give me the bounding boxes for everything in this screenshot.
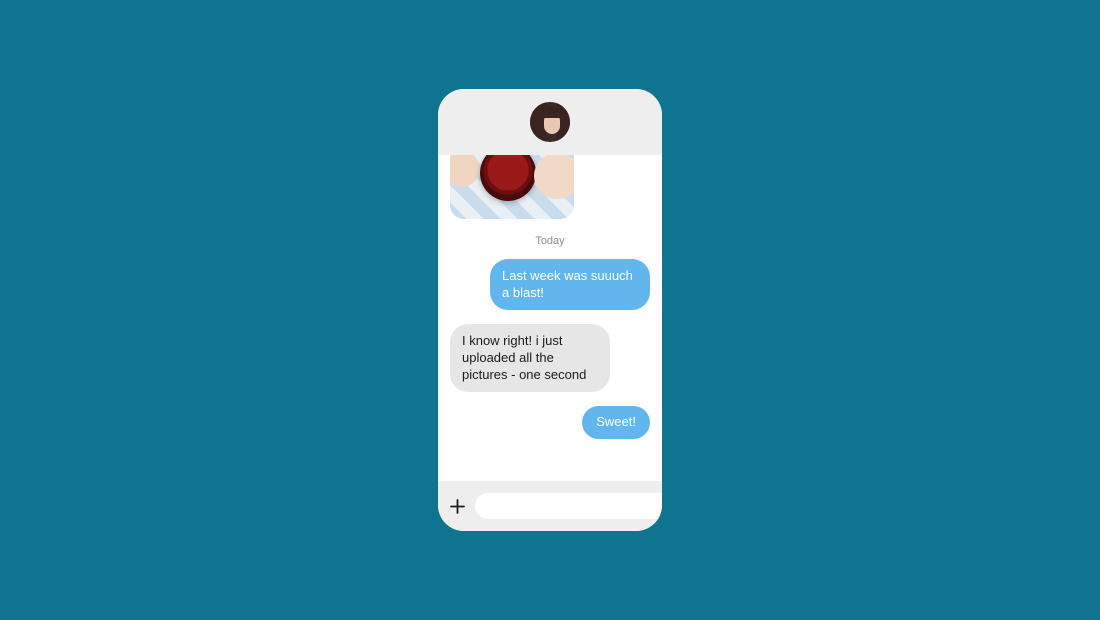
message-composer [438,481,662,531]
chat-image-attachment [450,155,574,219]
message-bubble-received[interactable]: I know right! i just uploaded all the pi… [450,324,610,392]
date-separator: Today [450,235,650,247]
add-attachment-button[interactable] [450,496,465,516]
message-bubble-sent[interactable]: Sweet! [582,406,650,439]
message-bubble-sent[interactable]: Last week was suuuch a blast! [490,259,650,310]
plus-icon [450,499,465,514]
message-input[interactable] [475,493,662,519]
message-image[interactable] [450,155,574,219]
contact-avatar[interactable] [530,102,570,142]
chat-scroll-area[interactable]: Today Last week was suuuch a blast! I kn… [438,155,662,481]
chat-phone-frame: Today Last week was suuuch a blast! I kn… [438,89,662,531]
chat-header [438,89,662,155]
avatar-image [530,102,570,142]
